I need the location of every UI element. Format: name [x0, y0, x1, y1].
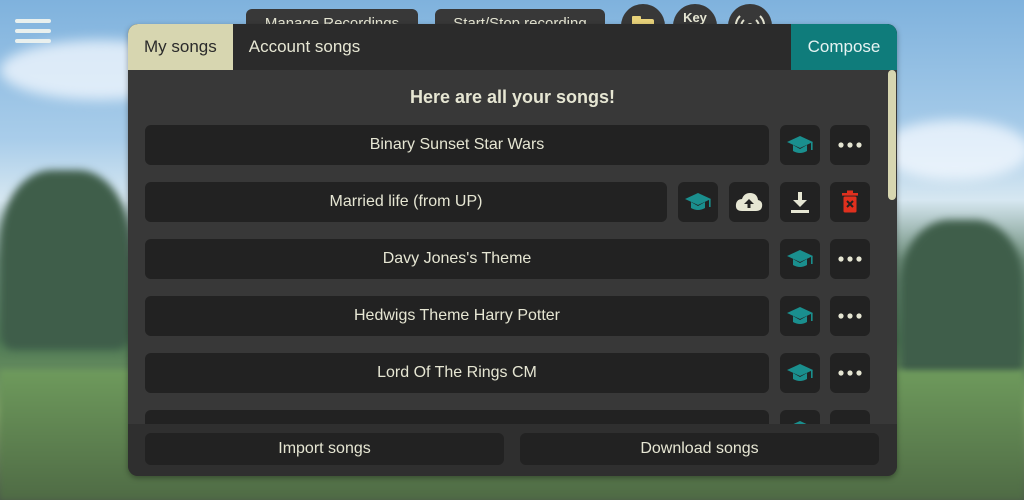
graduation-cap-icon[interactable]	[780, 410, 820, 424]
download-songs-button[interactable]: Download songs	[520, 433, 879, 465]
song-row: Married life (from UP)	[145, 182, 870, 222]
more-icon[interactable]	[830, 353, 870, 393]
graduation-cap-icon[interactable]	[780, 239, 820, 279]
graduation-cap-icon[interactable]	[780, 125, 820, 165]
footer: Import songs Download songs	[128, 424, 897, 476]
song-name[interactable]: Davy Jones's Theme	[145, 239, 769, 279]
more-icon[interactable]	[830, 410, 870, 424]
cloud-upload-icon[interactable]	[729, 182, 769, 222]
graduation-cap-icon[interactable]	[678, 182, 718, 222]
scroll-thumb[interactable]	[888, 70, 896, 200]
song-name[interactable]: Lord Of The Rings CM	[145, 353, 769, 393]
more-icon[interactable]	[830, 296, 870, 336]
song-name[interactable]: Hedwigs Theme Harry Potter	[145, 296, 769, 336]
tab-my-songs[interactable]: My songs	[128, 24, 233, 70]
song-name[interactable]: Binary Sunset Star Wars	[145, 125, 769, 165]
compose-button[interactable]: Compose	[791, 24, 897, 70]
song-row	[145, 410, 870, 424]
download-icon[interactable]	[780, 182, 820, 222]
song-name[interactable]	[145, 410, 769, 424]
rock	[0, 170, 130, 350]
more-icon[interactable]	[830, 239, 870, 279]
song-row: Hedwigs Theme Harry Potter	[145, 296, 870, 336]
rock	[900, 220, 1024, 380]
list-heading: Here are all your songs!	[409, 87, 616, 107]
song-row: Binary Sunset Star Wars	[145, 125, 870, 165]
song-name[interactable]: Married life (from UP)	[145, 182, 667, 222]
trash-icon[interactable]	[830, 182, 870, 222]
import-songs-button[interactable]: Import songs	[145, 433, 504, 465]
tab-account-songs[interactable]: Account songs	[233, 24, 377, 70]
graduation-cap-icon[interactable]	[780, 296, 820, 336]
scrollbar[interactable]	[887, 70, 897, 424]
menu-icon[interactable]	[15, 19, 51, 47]
cloud	[880, 120, 1024, 180]
more-icon[interactable]	[830, 125, 870, 165]
song-row: Davy Jones's Theme	[145, 239, 870, 279]
songs-list: Here are all your songs! Binary Sunset S…	[128, 70, 897, 424]
songs-panel: My songs Account songs Compose Here are …	[128, 24, 897, 476]
tab-bar: My songs Account songs Compose	[128, 24, 897, 70]
song-row: Lord Of The Rings CM	[145, 353, 870, 393]
graduation-cap-icon[interactable]	[780, 353, 820, 393]
